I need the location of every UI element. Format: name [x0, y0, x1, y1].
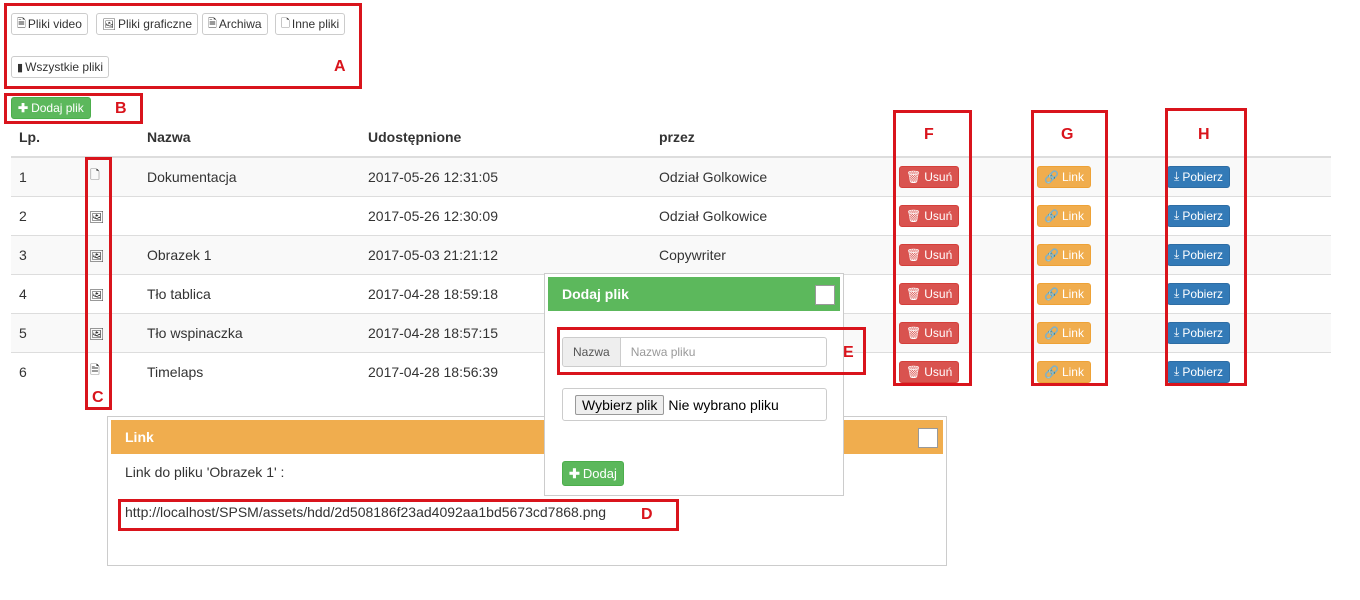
link-panel-title: Link: [125, 429, 154, 445]
table-header-row: Lp. Nazwa Udostępnione przez: [11, 118, 1331, 158]
add-file-panel: Dodaj plik Nazwa Nazwa pliku Wybierz pli…: [544, 273, 844, 496]
annotation-label-h: H: [1198, 126, 1210, 143]
row-lp: 2: [11, 195, 81, 235]
submit-add-button[interactable]: ✚ Dodaj: [562, 461, 624, 486]
annotation-box-h: [1165, 108, 1247, 386]
annotation-label-e: E: [843, 344, 854, 361]
header-by: przez: [651, 118, 891, 158]
annotation-box-a: [4, 3, 362, 89]
row-lp: 1: [11, 156, 81, 196]
row-name: Dokumentacja: [139, 156, 360, 196]
annotation-box-g: [1031, 110, 1108, 386]
row-name: Obrazek 1: [139, 234, 360, 274]
row-lp: 4: [11, 273, 81, 313]
annotation-label-g: G: [1061, 126, 1074, 143]
annotation-label-b: B: [115, 100, 127, 117]
link-panel-close-checkbox[interactable]: [918, 428, 938, 448]
annotation-box-f: [893, 110, 972, 386]
table-row: 1 🗋 Dokumentacja 2017-05-26 12:31:05 Odział …: [11, 156, 1331, 196]
annotation-label-f: F: [924, 126, 934, 143]
annotation-box-d: [118, 499, 679, 531]
no-file-text: Nie wybrano pliku: [668, 396, 779, 413]
row-name: Tło tablica: [139, 273, 360, 313]
annotation-label-c: C: [92, 389, 104, 406]
add-file-panel-title: Dodaj plik: [562, 286, 629, 302]
row-by: Copywriter: [651, 234, 891, 274]
row-by: Odział Golkowice: [651, 156, 891, 196]
add-panel-close-checkbox[interactable]: [815, 285, 835, 305]
header-shared: Udostępnione: [360, 118, 651, 158]
row-name: Timelaps: [139, 351, 360, 391]
add-file-panel-header: Dodaj plik: [548, 277, 840, 311]
row-shared: 2017-05-26 12:31:05: [360, 156, 651, 196]
row-by: Odział Golkowice: [651, 195, 891, 235]
annotation-box-c: [85, 157, 112, 410]
row-name: [139, 195, 360, 235]
annotation-label-d: D: [641, 506, 653, 523]
row-lp: 6: [11, 351, 81, 391]
row-name: Tło wspinaczka: [139, 312, 360, 352]
table-row: 2 🖼 2017-05-26 12:30:09 Odział Golkowice 🗑 Us…: [11, 195, 1331, 235]
row-lp: 5: [11, 312, 81, 352]
row-shared: 2017-05-03 21:21:12: [360, 234, 651, 274]
row-shared: 2017-05-26 12:30:09: [360, 195, 651, 235]
link-panel-text: Link do pliku 'Obrazek 1' :: [125, 464, 285, 480]
choose-file-button[interactable]: Wybierz plik: [575, 394, 665, 415]
annotation-box-e: [557, 327, 866, 375]
row-lp: 3: [11, 234, 81, 274]
plus-icon: ✚: [569, 465, 580, 481]
annotation-label-a: A: [334, 58, 346, 75]
table-row: 3 🖼 Obrazek 1 2017-05-03 21:21:12 Copywriter…: [11, 234, 1331, 274]
submit-add-label: Dodaj: [582, 466, 617, 481]
header-name: Nazwa: [139, 118, 360, 158]
file-input-group: Wybierz plik Nie wybrano pliku: [562, 388, 827, 421]
